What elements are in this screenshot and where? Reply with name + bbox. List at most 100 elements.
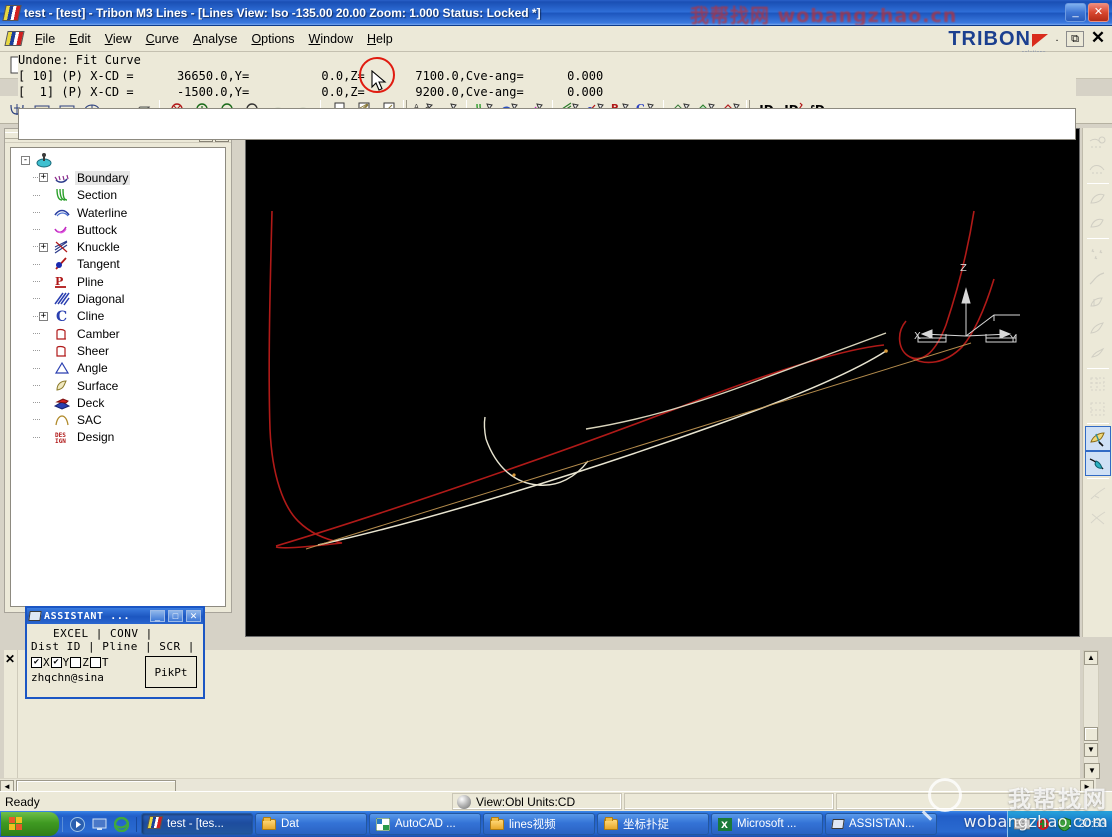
menu-analyse[interactable]: Analyse xyxy=(186,29,244,49)
start-orb-icon xyxy=(9,817,22,830)
tree-item-deck[interactable]: Deck xyxy=(15,394,225,411)
tree-root-node[interactable]: - xyxy=(15,152,225,169)
assistant-check-x[interactable]: ✔ xyxy=(31,657,42,668)
tree-expander-cline[interactable]: + xyxy=(39,311,48,321)
assistant-close-button[interactable]: ✕ xyxy=(186,610,201,622)
menu-curve[interactable]: Curve xyxy=(139,29,186,49)
assistant-check-y-label: Y xyxy=(62,656,70,669)
task-coordinate-snap[interactable]: 坐标扑捉 xyxy=(597,813,709,835)
tree-item-design[interactable]: DES IGN Design xyxy=(15,429,225,446)
tree-label-knuckle: Knuckle xyxy=(77,240,120,255)
command-line-0: Undone: Fit Curve xyxy=(18,53,141,67)
task-tribon[interactable]: test - [tes... xyxy=(141,813,253,835)
menubar: File Edit View Curve Analyse Options Win… xyxy=(0,26,1112,55)
mdi-restore-button[interactable]: ⧉ xyxy=(1066,30,1084,47)
assistant-check-y[interactable]: ✔ xyxy=(50,657,62,668)
task-assistant[interactable]: ASSISTAN... xyxy=(825,813,937,835)
command-left-strip xyxy=(4,650,18,778)
tree-item-pline[interactable]: P Pline xyxy=(15,273,225,290)
assistant-icon xyxy=(28,611,42,621)
task-autocad[interactable]: AutoCAD ... xyxy=(369,813,481,835)
model-tree-panel: ▾ ✕ - + Boundary Se xyxy=(4,128,232,613)
assistant-row-excel-conv[interactable]: EXCEL | CONV | xyxy=(31,627,199,640)
menu-file[interactable]: File xyxy=(28,29,62,49)
menu-edit[interactable]: Edit xyxy=(62,29,98,49)
tree-item-tangent[interactable]: Tangent xyxy=(15,256,225,273)
svg-text:C: C xyxy=(56,309,67,323)
task-label-autocad: AutoCAD ... xyxy=(395,818,456,830)
assistant-maximize-button[interactable]: □ xyxy=(168,610,183,622)
menu-view[interactable]: View xyxy=(98,29,139,49)
surface-patch-icon xyxy=(1085,291,1111,316)
tree-item-waterline[interactable]: Waterline xyxy=(15,204,225,221)
command-dropdown-button[interactable]: ▼ xyxy=(1084,763,1100,779)
assistant-row-dist-id-pline-scr[interactable]: Dist ID | Pline | SCR | xyxy=(31,640,199,653)
command-close-button[interactable]: ✕ xyxy=(5,652,15,666)
assistant-minimize-button[interactable]: _ xyxy=(150,610,165,622)
tree-item-sac[interactable]: SAC xyxy=(15,411,225,428)
mdi-minimize-button[interactable]: . xyxy=(1052,31,1062,47)
surface-trim-icon xyxy=(1085,316,1111,341)
pikpt-button[interactable]: PikPt xyxy=(145,656,197,688)
command-input[interactable] xyxy=(18,108,1076,140)
tree-item-buttock[interactable]: Buttock xyxy=(15,221,225,238)
tree-item-diagonal[interactable]: Diagonal xyxy=(15,290,225,307)
command-scroll-thumb[interactable] xyxy=(1084,727,1098,741)
media-player-icon[interactable] xyxy=(70,816,85,832)
assistant-check-x-label: X xyxy=(43,656,50,669)
svg-text:X: X xyxy=(721,821,728,831)
tree-item-angle[interactable]: Angle xyxy=(15,360,225,377)
pick-point-icon[interactable] xyxy=(1084,426,1111,451)
assistant-check-t[interactable] xyxy=(89,657,101,668)
task-microsoft-excel[interactable]: X Microsoft ... xyxy=(711,813,823,835)
tree-item-boundary[interactable]: + Boundary xyxy=(15,169,225,186)
command-scroll-up-button[interactable]: ▲ xyxy=(1084,651,1098,665)
task-label-tribon: test - [tes... xyxy=(167,818,224,830)
lines-3d-viewport[interactable]: Z X Y xyxy=(245,128,1080,637)
window-titlebar: test - [test] - Tribon M3 Lines - [Lines… xyxy=(0,0,1112,26)
task-label-dat: Dat xyxy=(281,818,299,830)
mdi-close-button[interactable]: ✕ xyxy=(1088,29,1108,47)
close-button[interactable]: ✕ xyxy=(1088,3,1109,22)
tree-item-surface[interactable]: Surface xyxy=(15,377,225,394)
task-label-microsoft-excel: Microsoft ... xyxy=(737,818,797,830)
task-dat[interactable]: Dat xyxy=(255,813,367,835)
tree-item-section[interactable]: Section xyxy=(15,187,225,204)
command-output-text: Undone: Fit Curve [ 10] (P) X-CD = 36650… xyxy=(18,52,1076,100)
tree-item-knuckle[interactable]: + Knuckle xyxy=(15,238,225,255)
tangent-check-icon xyxy=(1085,481,1111,506)
tree-label-buttock: Buttock xyxy=(77,222,118,237)
command-vertical-scrollbar[interactable]: ▲ ▼ ▼ xyxy=(1083,650,1100,779)
tree-expander-knuckle[interactable]: + xyxy=(39,242,48,252)
pline-icon: P xyxy=(53,274,71,290)
task-label-coordinate-snap: 坐标扑捉 xyxy=(623,819,669,831)
minimize-button[interactable]: _ xyxy=(1065,3,1086,22)
pick-curve-active-icon[interactable] xyxy=(1084,451,1111,476)
tree-expander-boundary[interactable]: + xyxy=(39,173,48,183)
assistant-dialog[interactable]: ASSISTANT ... _ □ ✕ EXCEL | CONV | Dist … xyxy=(25,606,205,699)
start-button[interactable] xyxy=(1,812,59,836)
surface-blend-icon xyxy=(1085,341,1111,366)
cline-icon: C xyxy=(53,308,71,324)
browser-icon[interactable] xyxy=(114,816,129,832)
assistant-body: EXCEL | CONV | Dist ID | Pline | SCR | ✔… xyxy=(27,624,203,688)
assistant-check-z[interactable] xyxy=(70,657,82,668)
menu-help[interactable]: Help xyxy=(360,29,400,49)
tree-item-sheer[interactable]: Sheer xyxy=(15,342,225,359)
tree-item-cline[interactable]: + C Cline xyxy=(15,308,225,325)
globe-icon xyxy=(457,794,471,809)
grid-table-alt-icon xyxy=(1085,396,1111,421)
tangent-icon xyxy=(53,256,71,272)
command-scroll-down-button[interactable]: ▼ xyxy=(1084,743,1098,757)
task-lines-video[interactable]: lines视频 xyxy=(483,813,595,835)
tree-label-surface: Surface xyxy=(77,378,119,393)
menu-options[interactable]: Options xyxy=(244,29,301,49)
tree-item-camber[interactable]: Camber xyxy=(15,325,225,342)
diagonal-icon xyxy=(53,291,71,307)
show-desktop-icon[interactable] xyxy=(92,817,107,832)
menu-window[interactable]: Window xyxy=(302,29,360,49)
measure-area-icon xyxy=(1085,156,1111,181)
tree-label-section: Section xyxy=(77,188,118,203)
tree-root-expander[interactable]: - xyxy=(21,156,30,166)
waterline-icon xyxy=(53,205,71,221)
